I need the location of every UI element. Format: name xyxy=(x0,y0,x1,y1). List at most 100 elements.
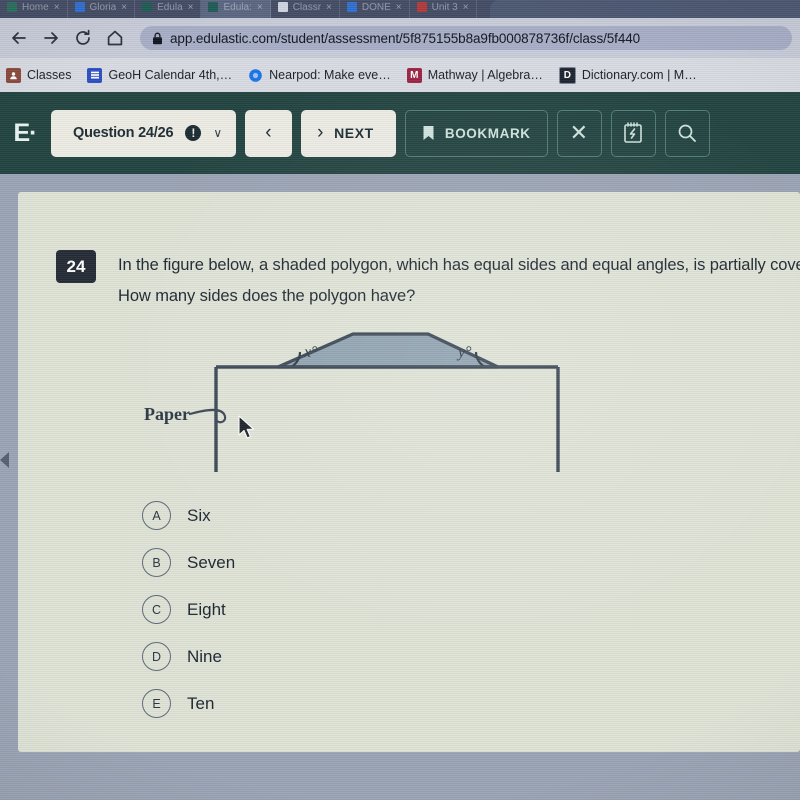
bookmark-item[interactable]: Classes xyxy=(6,67,72,83)
choice-bubble[interactable]: D xyxy=(142,642,171,671)
polygon-paper-diagram: x° y° xyxy=(188,332,560,472)
bookmark-label: Nearpod: Make eve… xyxy=(269,68,391,82)
angle-label-y: y° xyxy=(456,344,472,361)
tab-title: Classr xyxy=(292,1,322,13)
browser-tab[interactable]: Edula × xyxy=(135,0,202,18)
tab-favicon-icon xyxy=(74,2,85,12)
tab-close-icon[interactable]: × xyxy=(54,2,60,13)
bookmark-label: Classes xyxy=(27,68,72,82)
tab-favicon-icon xyxy=(416,2,427,12)
tab-favicon-icon xyxy=(277,2,288,12)
lock-icon xyxy=(152,32,163,45)
question-selector[interactable]: Question 24/26 ! ∨ xyxy=(51,109,237,157)
bookmark-favicon-icon xyxy=(87,67,103,83)
tab-favicon-icon xyxy=(346,2,357,12)
browser-tab[interactable]: Unit 3 × xyxy=(410,0,477,18)
browser-navbar: app.edulastic.com/student/assessment/5f8… xyxy=(0,18,800,58)
bookmark-item[interactable]: Nearpod: Make eve… xyxy=(248,68,391,83)
tab-favicon-icon xyxy=(208,2,219,12)
question-counter-label: Question 24/26 xyxy=(73,125,174,141)
url-text: app.edulastic.com/student/assessment/5f8… xyxy=(170,30,641,46)
browser-tab[interactable]: Classr × xyxy=(271,0,340,18)
browser-tab[interactable]: Gloria × xyxy=(68,0,136,18)
zoom-button[interactable] xyxy=(664,109,710,157)
answer-choice-list: A Six B Seven C Eight D Nine E Ten xyxy=(142,492,235,727)
forward-arrow-icon[interactable] xyxy=(40,27,62,49)
assessment-toolbar: E· Question 24/26 ! ∨ ‹ › NEXT BOOKMARK … xyxy=(0,92,800,174)
choice-bubble[interactable]: C xyxy=(142,595,171,624)
next-question-button[interactable]: › NEXT xyxy=(301,109,396,157)
browser-tab[interactable]: Home × xyxy=(0,0,68,18)
bookmark-label: Dictionary.com | M… xyxy=(581,68,697,82)
bookmarks-bar: Classes GeoH Calendar 4th,… Nearpod: Mak… xyxy=(0,58,800,92)
tab-title: Home xyxy=(22,1,49,13)
close-assessment-button[interactable]: ✕ xyxy=(556,109,602,157)
next-button-label: NEXT xyxy=(334,125,374,141)
answer-choice-e[interactable]: E Ten xyxy=(142,680,235,727)
answer-choice-a[interactable]: A Six xyxy=(142,492,235,539)
edulastic-logo[interactable]: E· xyxy=(8,119,42,148)
bookmark-favicon-icon xyxy=(6,67,21,83)
scratchpad-notepad-icon xyxy=(622,121,644,145)
paper-rectangle-shape xyxy=(214,365,560,472)
bookmark-button-label: BOOKMARK xyxy=(444,125,531,141)
tab-title: DONE xyxy=(361,1,391,13)
choice-label: Nine xyxy=(187,646,222,666)
browser-tab[interactable]: DONE × xyxy=(340,0,410,18)
bookmark-button[interactable]: BOOKMARK xyxy=(404,109,548,157)
tab-title: Edula xyxy=(157,1,183,13)
choice-label: Eight xyxy=(187,599,226,619)
answer-choice-b[interactable]: B Seven xyxy=(142,539,235,586)
choice-label: Six xyxy=(187,505,211,525)
bookmark-item[interactable]: D Dictionary.com | M… xyxy=(558,66,697,84)
choice-bubble[interactable]: E xyxy=(142,689,171,718)
bookmark-item[interactable]: M Mathway | Algebra… xyxy=(406,67,543,83)
bookmark-favicon-icon: D xyxy=(558,66,576,84)
choice-bubble[interactable]: B xyxy=(142,548,171,577)
answer-choice-c[interactable]: C Eight xyxy=(142,586,235,633)
bookmark-flag-icon xyxy=(422,125,435,141)
browser-tab-active[interactable]: Edula: × xyxy=(201,0,271,18)
warning-exclamation-icon[interactable]: ! xyxy=(185,125,202,141)
choice-bubble[interactable]: A xyxy=(142,501,171,530)
bookmark-favicon-icon: M xyxy=(406,67,422,83)
previous-question-button[interactable]: ‹ xyxy=(245,109,293,157)
tab-close-icon[interactable]: × xyxy=(396,2,402,13)
tab-close-icon[interactable]: × xyxy=(326,2,332,13)
tab-favicon-icon xyxy=(7,2,17,12)
bookmark-favicon-icon xyxy=(248,68,263,83)
answer-choice-d[interactable]: D Nine xyxy=(142,633,235,680)
tab-close-icon[interactable]: × xyxy=(188,2,194,13)
reload-icon[interactable] xyxy=(72,27,94,49)
paper-leader-line xyxy=(188,408,227,424)
tab-close-icon[interactable]: × xyxy=(121,2,127,13)
tab-close-icon[interactable]: × xyxy=(257,2,263,13)
bookmark-label: Mathway | Algebra… xyxy=(427,68,543,82)
question-card: 24 In the figure below, a shaded polygon… xyxy=(18,192,800,752)
tab-title: Edula: xyxy=(223,1,252,13)
back-arrow-icon[interactable] xyxy=(8,27,30,49)
chevron-down-icon[interactable]: ∨ xyxy=(213,126,222,140)
choice-label: Ten xyxy=(187,693,215,713)
home-icon[interactable] xyxy=(104,27,126,49)
screen-photo: Home × Gloria × Edula × Edula: × Classr … xyxy=(0,0,800,800)
choice-label: Seven xyxy=(187,552,236,572)
tab-favicon-icon xyxy=(142,2,153,12)
tab-title: Gloria xyxy=(89,1,117,13)
bookmark-label: GeoH Calendar 4th,… xyxy=(108,68,233,82)
paper-label: Paper xyxy=(144,404,190,424)
address-bar[interactable]: app.edulastic.com/student/assessment/5f8… xyxy=(140,26,792,50)
question-stem-text: In the figure below, a shaded polygon, w… xyxy=(118,256,800,305)
question-figure: x° y° Paper xyxy=(128,312,598,492)
browser-tabstrip: Home × Gloria × Edula × Edula: × Classr … xyxy=(0,0,800,18)
magnifier-zoom-icon xyxy=(676,122,698,144)
close-x-icon: ✕ xyxy=(569,120,589,145)
scratchpad-button[interactable] xyxy=(610,109,656,157)
tab-title: Unit 3 xyxy=(431,1,458,13)
bookmark-item[interactable]: GeoH Calendar 4th,… xyxy=(87,67,233,83)
tabstrip-background-right xyxy=(490,0,800,18)
chevron-right-icon: › xyxy=(317,122,325,143)
angle-label-x: x° xyxy=(303,344,318,361)
question-number-badge: 24 xyxy=(56,250,96,283)
tab-close-icon[interactable]: × xyxy=(463,2,469,13)
